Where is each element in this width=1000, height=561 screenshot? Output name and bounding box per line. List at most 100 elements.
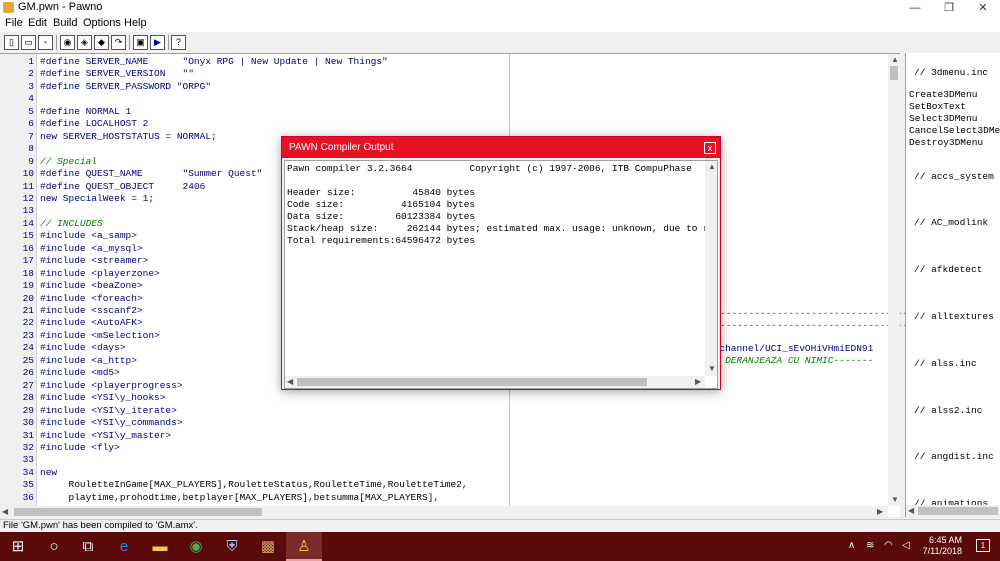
scroll-thumb[interactable]: [918, 507, 998, 515]
code-line[interactable]: 36 playtime,prohodtime,betplayer[MAX_PLA…: [0, 492, 888, 504]
line-text: #include <playerprogress>: [40, 379, 183, 391]
volume-icon[interactable]: ◁: [902, 540, 910, 551]
line-text: #define SERVER_PASSWORD "ORPG": [40, 80, 212, 92]
dialog-horizontal-scrollbar[interactable]: ◀ ▶: [285, 376, 705, 388]
toolbar-separator: [56, 35, 57, 50]
maximize-button[interactable]: ❐: [932, 0, 966, 16]
scroll-right-icon[interactable]: ▶: [695, 377, 701, 386]
editor-vertical-scrollbar[interactable]: ▲ ▼: [888, 54, 900, 506]
new-file-icon[interactable]: ▯: [4, 35, 19, 50]
line-number: 33: [22, 454, 34, 466]
scroll-left-icon[interactable]: ◀: [908, 506, 914, 515]
network-icon[interactable]: ≋: [866, 540, 874, 551]
scroll-left-icon[interactable]: ◀: [2, 507, 8, 516]
scroll-thumb[interactable]: [890, 66, 898, 80]
dialog-close-button[interactable]: x: [704, 142, 716, 154]
output-line: Data size: 60123384 bytes: [287, 211, 476, 222]
line-number: 13: [22, 205, 34, 217]
code-line[interactable]: 33: [0, 454, 888, 466]
code-line[interactable]: 1 #define SERVER_NAME "Onyx RPG | New Upd…: [0, 56, 888, 68]
task-view-icon[interactable]: ⧉: [70, 532, 106, 561]
scroll-down-icon[interactable]: ▼: [708, 364, 716, 373]
compile-icon[interactable]: ▣: [133, 35, 148, 50]
windows-start-icon[interactable]: ⊞: [0, 532, 36, 561]
editor-horizontal-scrollbar[interactable]: ◀ ▶: [0, 506, 888, 518]
defender-icon[interactable]: ⛨: [214, 532, 250, 561]
taskbar: ⊞ ○ ⧉ e ▬ ◉ ⛨ ▩ ♙ ∧ ≋ ◠ ◁ 6:45 AM 7/11/2…: [0, 532, 1000, 561]
open-file-icon[interactable]: ▭: [21, 35, 36, 50]
help-icon[interactable]: ?: [171, 35, 186, 50]
include-header[interactable]: // alss2.inc: [914, 405, 982, 417]
code-line[interactable]: 2 #define SERVER_VERSION "": [0, 68, 888, 80]
save-icon[interactable]: ▪: [38, 35, 53, 50]
line-number: 12: [22, 192, 34, 204]
find-next-icon[interactable]: ◈: [77, 35, 92, 50]
line-number: 15: [22, 230, 34, 242]
code-line[interactable]: 30 #include <YSI\y_commands>: [0, 417, 888, 429]
include-header[interactable]: // afkdetect: [914, 264, 982, 276]
scroll-up-icon[interactable]: ▲: [708, 162, 716, 171]
scroll-thumb[interactable]: [297, 378, 647, 386]
menu-help[interactable]: Help: [124, 17, 147, 29]
include-header[interactable]: // angdist.inc: [914, 451, 994, 463]
wifi-icon[interactable]: ◠: [884, 540, 893, 551]
close-button[interactable]: ✕: [966, 0, 1000, 16]
include-header[interactable]: // alltextures: [914, 311, 994, 323]
line-number: 5: [28, 105, 34, 117]
menu-edit[interactable]: Edit: [28, 17, 47, 29]
toolbar-separator: [129, 35, 130, 50]
include-header[interactable]: // alss.inc: [914, 358, 977, 370]
file-explorer-icon[interactable]: ▬: [142, 532, 178, 561]
clock-date: 7/11/2018: [922, 546, 962, 556]
include-header[interactable]: // AC_modlink: [914, 217, 988, 229]
scroll-up-icon[interactable]: ▲: [891, 55, 899, 64]
replace-icon[interactable]: ◆: [94, 35, 109, 50]
game-icon[interactable]: ▩: [250, 532, 286, 561]
line-number: 10: [22, 168, 34, 180]
cortana-icon[interactable]: ○: [36, 532, 72, 561]
minimize-button[interactable]: —: [898, 0, 932, 16]
show-hidden-icons-icon[interactable]: ∧: [848, 540, 855, 551]
output-line: Total requirements:64596472 bytes: [287, 235, 476, 246]
line-number: 11: [22, 180, 34, 192]
code-line[interactable]: 28 #include <YSI\y_hooks>: [0, 392, 888, 404]
find-icon[interactable]: ◉: [60, 35, 75, 50]
functions-scrollbar[interactable]: ◀: [906, 505, 1000, 517]
scroll-down-icon[interactable]: ▼: [891, 495, 899, 504]
pawno-icon[interactable]: ♙: [286, 532, 322, 561]
code-line[interactable]: 4: [0, 93, 888, 105]
menu-bar: File Edit Build Options Help: [0, 16, 1000, 32]
function-item[interactable]: CancelSelect3DMenu: [909, 125, 1000, 137]
function-item[interactable]: SetBoxText: [909, 101, 966, 113]
function-item[interactable]: Destroy3DMenu: [909, 137, 983, 149]
menu-build[interactable]: Build: [53, 17, 77, 29]
run-icon[interactable]: ▶: [150, 35, 165, 50]
include-header[interactable]: // 3dmenu.inc: [914, 67, 988, 79]
function-item[interactable]: Create3DMenu: [909, 89, 977, 101]
system-clock[interactable]: 6:45 AM 7/11/2018: [923, 535, 962, 557]
code-line[interactable]: 3 #define SERVER_PASSWORD "ORPG": [0, 81, 888, 93]
edge-icon[interactable]: e: [106, 532, 142, 561]
code-line[interactable]: 31 #include <YSI\y_master>: [0, 430, 888, 442]
scroll-right-icon[interactable]: ▶: [877, 507, 883, 516]
include-header[interactable]: // accs_system: [914, 171, 994, 183]
app-window: GM.pwn - Pawno — ❐ ✕ File Edit Build Opt…: [0, 0, 1000, 561]
menu-file[interactable]: File: [5, 17, 23, 29]
code-line[interactable]: 5 #define NORMAL 1: [0, 106, 888, 118]
compiler-output-text[interactable]: Pawn compiler 3.2.3664 Copyright (c) 199…: [284, 160, 718, 389]
function-item[interactable]: Select3DMenu: [909, 113, 977, 125]
code-line[interactable]: 29 #include <YSI\y_iterate>: [0, 405, 888, 417]
notification-center-icon[interactable]: 1: [976, 539, 990, 552]
code-line[interactable]: 32 #include <fly>: [0, 442, 888, 454]
goto-icon[interactable]: ↷: [111, 35, 126, 50]
pawno-app-icon: [3, 2, 14, 13]
functions-panel[interactable]: // 3dmenu.inc Create3DMenu SetBoxText Selec…: [905, 53, 1000, 517]
code-line[interactable]: 6 #define LOCALHOST 2: [0, 118, 888, 130]
chrome-icon[interactable]: ◉: [178, 532, 214, 561]
scroll-left-icon[interactable]: ◀: [287, 377, 293, 386]
code-line[interactable]: 35 RouletteInGame[MAX_PLAYERS],RouletteS…: [0, 479, 888, 491]
code-line[interactable]: 34 new: [0, 467, 888, 479]
scroll-thumb[interactable]: [14, 508, 262, 516]
menu-options[interactable]: Options: [83, 17, 121, 29]
dialog-vertical-scrollbar[interactable]: ▲ ▼: [705, 161, 717, 376]
